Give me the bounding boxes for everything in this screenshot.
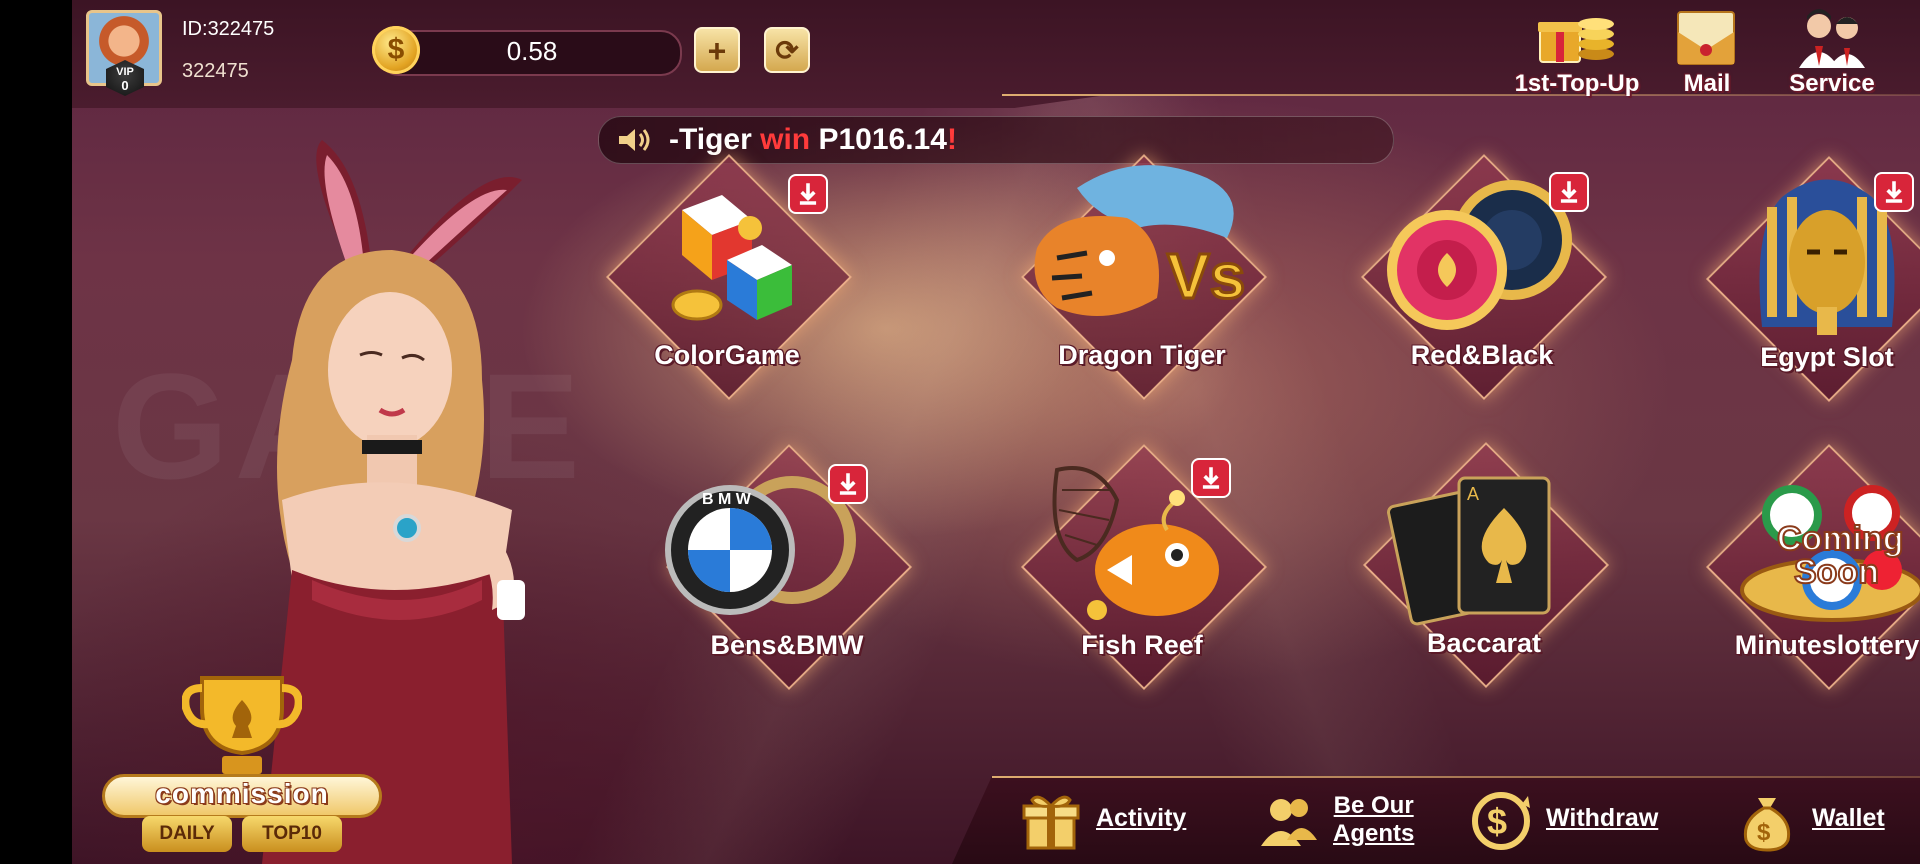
svg-text:$: $: [1757, 819, 1771, 846]
service-button[interactable]: Service: [1772, 6, 1892, 98]
game-tile-egypt-slot[interactable]: Egypt Slot: [1702, 152, 1920, 403]
commission-daily: DAILY: [142, 816, 232, 852]
withdraw-coin-icon: $: [1472, 792, 1530, 850]
first-top-up-button[interactable]: 1st-Top-Up: [1502, 6, 1652, 98]
game-lobby: GAME VIP 0 ID:322475 322475 $ 0.58 + ⟳ 1…: [72, 0, 1920, 864]
game-tile-minuteslottery[interactable]: Coming Soon Minuteslottery: [1702, 440, 1920, 691]
user-number: 322475: [182, 60, 249, 82]
money-bag-icon: $: [1743, 798, 1791, 852]
mail-label: Mail: [1683, 70, 1731, 97]
mail-button[interactable]: Mail: [1662, 6, 1752, 98]
agents-icon: [1261, 799, 1317, 846]
user-id-label: ID:: [182, 18, 208, 40]
commission-daily-top10-button[interactable]: commission DAILY TOP10: [92, 660, 392, 860]
service-label: Service: [1789, 70, 1875, 97]
user-id: ID:322475: [182, 18, 274, 41]
game-tile-bens-bmw[interactable]: B M W Bens&BMW: [662, 440, 913, 691]
game-tile-colorgame[interactable]: ColorGame: [602, 150, 853, 401]
game-label: Bens&BMW: [710, 630, 864, 660]
gift-coins-icon: [1534, 6, 1620, 70]
svg-text:A: A: [1467, 484, 1479, 504]
balance-value: 0.58: [506, 36, 558, 66]
nav-agents-line2: Agents: [1333, 820, 1415, 847]
game-tile-baccarat[interactable]: A Baccarat: [1359, 438, 1610, 689]
game-label: Baccarat: [1426, 628, 1542, 658]
nav-wallet-label: Wallet: [1812, 804, 1885, 832]
svg-text:Vs: Vs: [1167, 240, 1245, 312]
nav-be-our-agents[interactable]: Be Our Agents: [1257, 786, 1487, 856]
game-label: Minuteslottery: [1734, 630, 1920, 660]
nav-wallet[interactable]: $ Wallet: [1736, 786, 1916, 856]
playing-cards-icon: A: [1387, 476, 1551, 626]
download-icon[interactable]: [1549, 172, 1589, 212]
game-label: Red&Black: [1410, 340, 1554, 370]
add-balance-button[interactable]: +: [694, 27, 740, 73]
nav-withdraw-label: Withdraw: [1546, 804, 1659, 832]
nav-agents-label: Be Our Agents: [1333, 792, 1414, 848]
nav-withdraw[interactable]: $ Withdraw: [1470, 786, 1700, 856]
game-tile-red-black[interactable]: Red&Black: [1357, 150, 1608, 401]
commission-title: commission: [155, 778, 329, 809]
refresh-balance-button[interactable]: ⟳: [764, 27, 810, 73]
game-label: Egypt Slot: [1760, 342, 1894, 372]
gift-box-icon: [1022, 795, 1080, 850]
vip-label: VIP: [116, 66, 134, 78]
nav-activity-label: Activity: [1096, 804, 1187, 832]
first-top-up-label: 1st-Top-Up: [1514, 70, 1640, 97]
game-label: ColorGame: [654, 340, 800, 370]
download-icon[interactable]: [1191, 458, 1231, 498]
download-icon[interactable]: [828, 464, 868, 504]
game-tile-fish-reef[interactable]: Fish Reef: [1017, 440, 1268, 691]
svg-text:B M W: B M W: [702, 491, 752, 508]
nav-activity[interactable]: Activity: [1020, 786, 1250, 856]
download-icon[interactable]: [788, 174, 828, 214]
user-id-value: 322475: [207, 18, 275, 40]
poker-chips-icon: [1387, 180, 1572, 330]
marquee-exclaim: !: [946, 123, 957, 156]
commission-top10: TOP10: [242, 816, 342, 852]
mail-envelope-icon: [1664, 6, 1750, 70]
download-icon[interactable]: [1874, 172, 1914, 212]
game-label: Dragon Tiger: [1058, 340, 1226, 370]
svg-text:$: $: [1487, 801, 1507, 842]
game-label: Fish Reef: [1081, 630, 1203, 660]
bottom-nav-divider: [992, 776, 1920, 778]
color-dice-icon: [671, 195, 792, 321]
service-agents-icon: [1789, 6, 1875, 70]
nav-agents-line1: Be Our: [1333, 792, 1414, 819]
coin-icon: $: [372, 26, 420, 74]
dragon-tiger-icon: Vs: [1034, 165, 1247, 316]
game-tile-dragon-tiger[interactable]: Vs Dragon Tiger: [1017, 150, 1268, 401]
trophy-icon: [182, 676, 302, 774]
lottery-balls-icon: Coming Soon: [1740, 485, 1920, 622]
